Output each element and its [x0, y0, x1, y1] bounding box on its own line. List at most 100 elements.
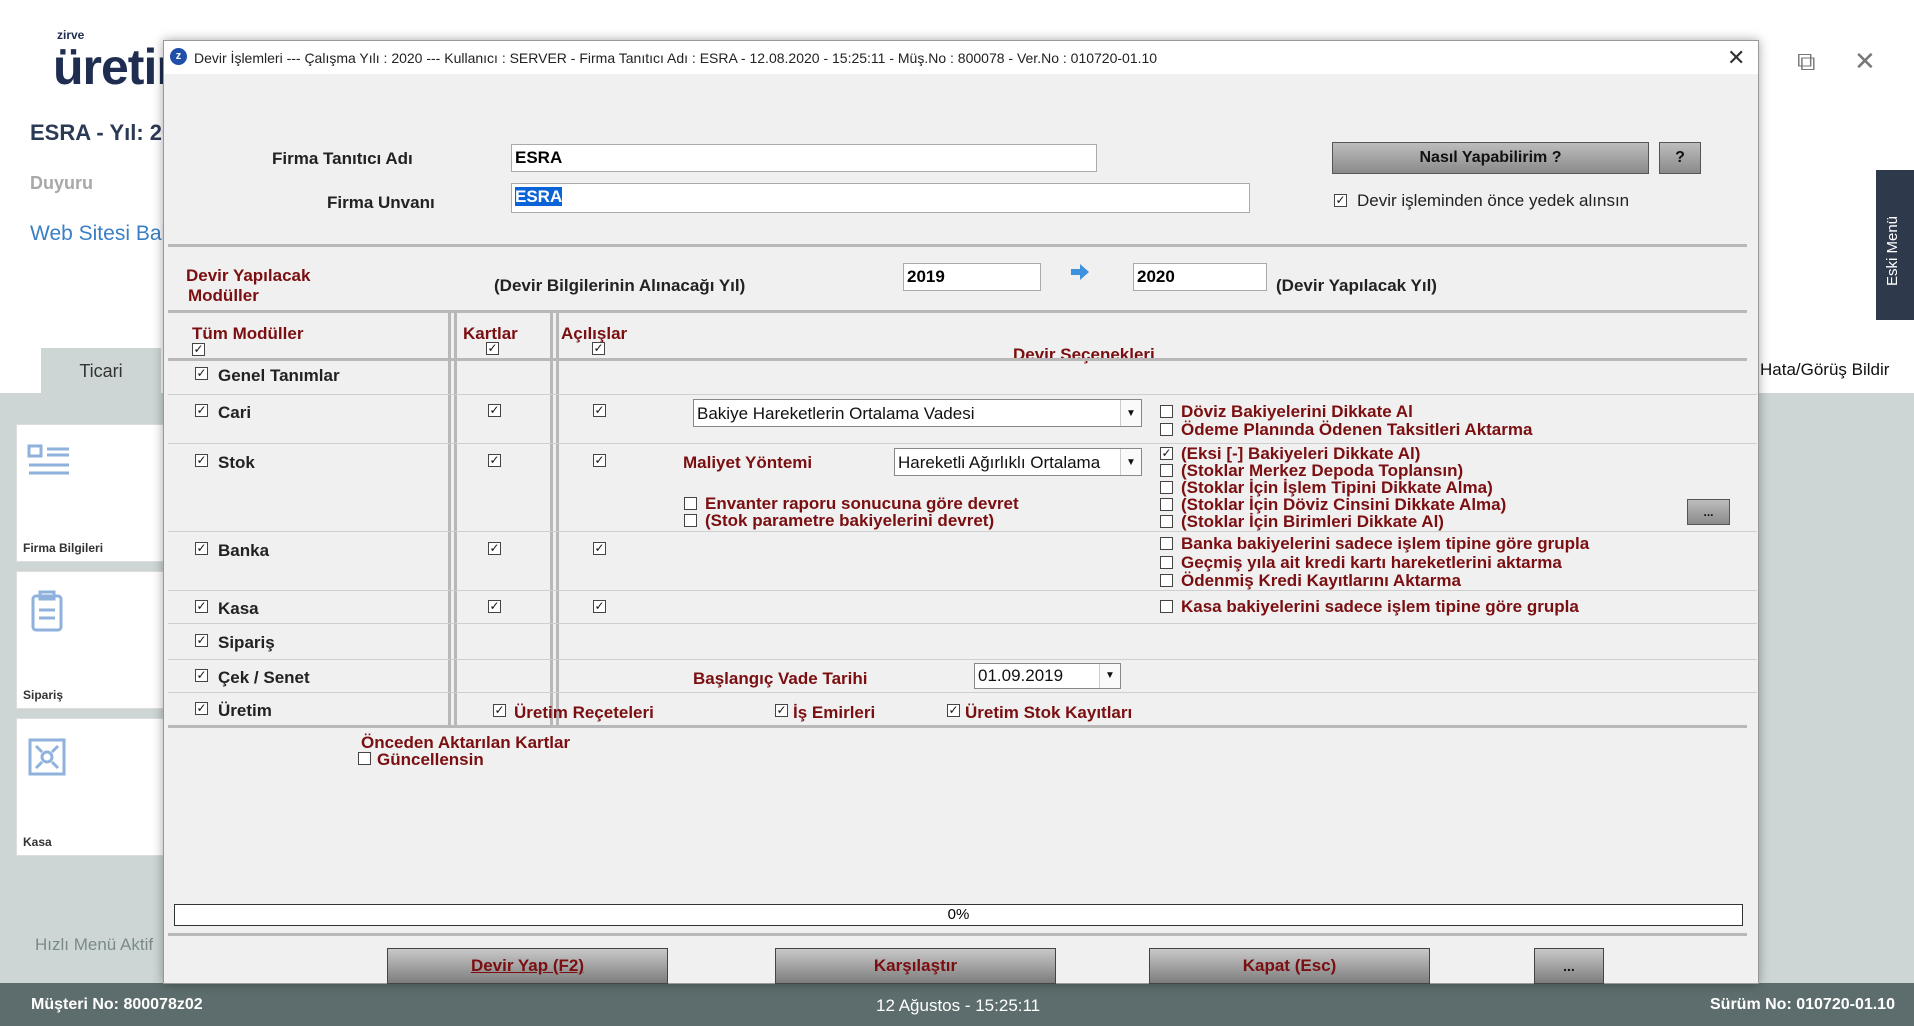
genel-tanimlar-checkbox[interactable]: ✓: [195, 367, 208, 380]
cari-option-checkbox[interactable]: [1160, 423, 1173, 436]
cari-checkbox[interactable]: ✓: [195, 404, 208, 417]
close-icon[interactable]: ✕: [1727, 45, 1745, 71]
card-firma-bilgileri[interactable]: Firma Bilgileri: [16, 424, 166, 562]
alinacak-yil-label: (Devir Bilgilerinin Alınacağı Yıl): [494, 276, 746, 295]
tab-ticari[interactable]: Ticari: [41, 348, 161, 394]
kapat-button[interactable]: Kapat (Esc): [1149, 948, 1430, 984]
stok-kartlar-checkbox[interactable]: ✓: [488, 454, 501, 467]
baslangic-vade-date[interactable]: 01.09.2019 ▼: [974, 663, 1121, 689]
cari-vade-select[interactable]: Bakiye Hareketlerin Ortalama Vadesi ▼: [693, 399, 1142, 427]
card-siparis[interactable]: Sipariş: [16, 571, 166, 709]
kasa-acilislar-checkbox[interactable]: ✓: [593, 600, 606, 613]
banka-option-checkbox[interactable]: [1160, 556, 1173, 569]
announcement-label[interactable]: Duyuru: [30, 173, 93, 194]
stok-left-option-checkbox[interactable]: [684, 514, 697, 527]
yedek-label: Devir işleminden önce yedek alınsın: [1357, 191, 1630, 210]
uretim-stok-checkbox[interactable]: ✓: [947, 704, 960, 717]
website-link[interactable]: Web Sitesi Bak: [30, 222, 172, 246]
old-menu-tab[interactable]: Eski Menü: [1876, 170, 1914, 320]
uretim-checkbox[interactable]: ✓: [195, 702, 208, 715]
devir-secenekleri-header: Devir Seçenekleri: [1013, 345, 1155, 364]
banka-checkbox[interactable]: ✓: [195, 542, 208, 555]
kasa-kartlar-checkbox[interactable]: ✓: [488, 600, 501, 613]
safe-icon: [28, 738, 66, 776]
column-divider: [556, 313, 559, 726]
card-label: Firma Bilgileri: [23, 541, 104, 555]
module-cek-senet: Çek / Senet: [218, 668, 310, 687]
cari-option-label: Döviz Bakiyelerini Dikkate Al: [1181, 402, 1413, 421]
banka-option-label: Banka bakiyelerini sadece işlem tipine g…: [1181, 534, 1590, 553]
kartlar-all-checkbox[interactable]: ✓: [486, 342, 499, 355]
module-banka: Banka: [218, 541, 270, 560]
banka-acilislar-checkbox[interactable]: ✓: [593, 542, 606, 555]
stok-option-label: (Stoklar İçin Birimleri Dikkate Al): [1181, 512, 1444, 531]
guncellensin-checkbox[interactable]: [358, 752, 371, 765]
uretim-receteleri-label: Üretim Reçeteleri: [514, 703, 654, 722]
stok-option-checkbox[interactable]: [1160, 481, 1173, 494]
select-value: Hareketli Ağırlıklı Ortalama: [898, 453, 1101, 472]
row-divider: [168, 358, 1747, 361]
arrow-right-icon: [1071, 264, 1089, 280]
cari-option-checkbox[interactable]: [1160, 405, 1173, 418]
maliyet-select[interactable]: Hareketli Ağırlıklı Ortalama ▼: [894, 448, 1142, 476]
devir-moduller-label-1: Devir Yapılacak: [186, 266, 311, 285]
kasa-option-checkbox[interactable]: [1160, 600, 1173, 613]
dropdown-arrow-icon: ▼: [1120, 400, 1141, 426]
card-kasa[interactable]: Kasa: [16, 718, 166, 856]
stok-checkbox[interactable]: ✓: [195, 454, 208, 467]
date-value: 01.09.2019: [978, 666, 1064, 685]
firma-tanitici-input[interactable]: ESRA: [511, 144, 1097, 172]
row-divider: [168, 531, 1757, 532]
banka-kartlar-checkbox[interactable]: ✓: [488, 542, 501, 555]
maliyet-label: Maliyet Yöntemi: [683, 453, 813, 472]
acilislar-all-checkbox[interactable]: ✓: [592, 342, 605, 355]
banka-option-label: Ödenmiş Kredi Kayıtlarını Aktarma: [1181, 571, 1461, 590]
is-emirleri-label: İş Emirleri: [793, 703, 876, 722]
firma-unvani-label: Firma Unvanı: [327, 193, 435, 212]
stok-option-checkbox[interactable]: [1160, 498, 1173, 511]
stok-acilislar-checkbox[interactable]: ✓: [593, 454, 606, 467]
guncellensin-label: Güncellensin: [377, 750, 484, 769]
close-icon[interactable]: ✕: [1854, 46, 1876, 77]
devir-dialog: z Devir İşlemleri --- Çalışma Yılı : 202…: [163, 40, 1759, 984]
more-options-button[interactable]: ...: [1534, 948, 1604, 984]
cari-acilislar-checkbox[interactable]: ✓: [593, 404, 606, 417]
stok-option-checkbox[interactable]: [1160, 515, 1173, 528]
firma-unvani-input[interactable]: ESRA: [511, 183, 1250, 213]
uretim-receteleri-checkbox[interactable]: ✓: [493, 704, 506, 717]
cari-kartlar-checkbox[interactable]: ✓: [488, 404, 501, 417]
to-year-input[interactable]: 2020: [1133, 263, 1267, 291]
nasil-yapabilirim-button[interactable]: Nasıl Yapabilirim ?: [1332, 142, 1649, 174]
cari-option-label: Ödeme Planında Ödenen Taksitleri Aktarma: [1181, 420, 1533, 439]
card-label: Kasa: [23, 835, 52, 849]
progress-text: 0%: [947, 906, 970, 923]
from-year-input[interactable]: 2019: [903, 263, 1041, 291]
stok-option-checkbox[interactable]: ✓: [1160, 447, 1173, 460]
dropdown-arrow-icon: ▼: [1099, 664, 1120, 688]
banka-option-checkbox[interactable]: [1160, 574, 1173, 587]
dialog-titlebar[interactable]: z Devir İşlemleri --- Çalışma Yılı : 202…: [164, 41, 1758, 73]
stok-left-option-checkbox[interactable]: [684, 497, 697, 510]
divider: [168, 244, 1747, 247]
is-emirleri-checkbox[interactable]: ✓: [775, 704, 788, 717]
row-divider: [168, 725, 1747, 728]
karsilastir-button[interactable]: Karşılaştır: [775, 948, 1056, 984]
module-stok: Stok: [218, 453, 255, 472]
devir-moduller-label-2: Modüller: [188, 286, 259, 305]
yedek-checkbox[interactable]: ✓: [1334, 194, 1347, 207]
cek-senet-checkbox[interactable]: ✓: [195, 669, 208, 682]
feedback-link[interactable]: Hata/Görüş Bildir: [1760, 360, 1889, 380]
banka-option-checkbox[interactable]: [1160, 537, 1173, 550]
stok-option-checkbox[interactable]: [1160, 464, 1173, 477]
kasa-option-label: Kasa bakiyelerini sadece işlem tipine gö…: [1181, 597, 1579, 616]
tum-moduller-checkbox[interactable]: ✓: [192, 343, 205, 356]
row-divider: [168, 692, 1757, 693]
tum-moduller-header: Tüm Modüller: [192, 324, 304, 343]
siparis-checkbox[interactable]: ✓: [195, 634, 208, 647]
devir-yap-button[interactable]: Devir Yap (F2): [387, 948, 668, 984]
kasa-checkbox[interactable]: ✓: [195, 600, 208, 613]
stok-more-button[interactable]: ...: [1687, 499, 1730, 525]
restore-icon[interactable]: ⧉: [1797, 46, 1816, 78]
help-button[interactable]: ?: [1659, 142, 1701, 174]
quick-menu-toggle[interactable]: Hızlı Menü Aktif: [35, 935, 153, 955]
